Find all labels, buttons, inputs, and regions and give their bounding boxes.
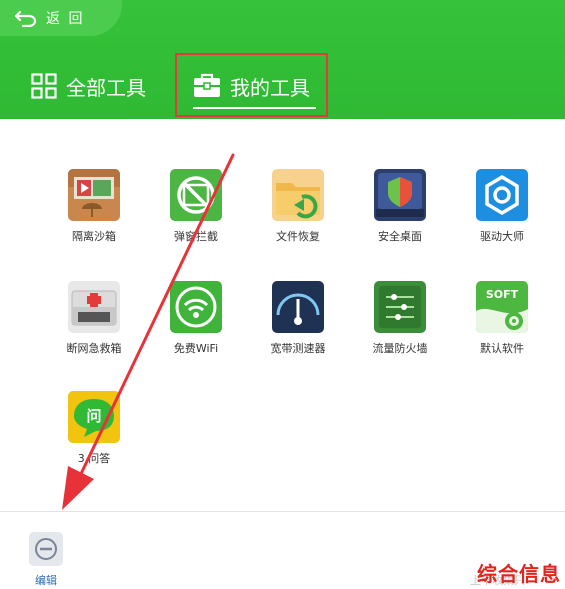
speedometer-icon: [272, 281, 324, 333]
first-aid-icon: [68, 281, 120, 333]
tool-label: 断网急救箱: [66, 342, 122, 355]
tool-free-wifi[interactable]: 免费WiFi: [146, 281, 246, 356]
tool-file-recovery[interactable]: 文件恢复: [248, 169, 348, 244]
tool-label: 安全桌面: [378, 230, 422, 243]
sliders-icon: [374, 281, 426, 333]
tool-label: 隔离沙箱: [72, 230, 116, 243]
tab-all-tools-label: 全部工具: [66, 75, 146, 100]
tool-popup-blocker[interactable]: 弹窗拦截: [146, 169, 246, 244]
tool-default-software[interactable]: SOFT 默认软件: [452, 281, 552, 356]
tool-label: 宽带测速器: [270, 342, 326, 355]
tool-traffic-firewall[interactable]: 流量防火墙: [350, 281, 450, 356]
grid-icon: [31, 73, 57, 99]
back-arrow-icon: [14, 10, 37, 27]
highlight-box: [175, 53, 328, 117]
tool-speed-test[interactable]: 宽带测速器: [248, 281, 348, 356]
tool-label: 驱动大师: [480, 230, 524, 243]
file-recovery-icon: [272, 169, 324, 221]
gear-icon: [476, 169, 528, 221]
tool-label: 3 问答: [77, 452, 111, 465]
back-button[interactable]: 返 回: [14, 6, 84, 30]
minus-circle-icon: [29, 532, 63, 566]
watermark: 综合信息: [477, 562, 561, 586]
qa-icon: 问: [68, 391, 120, 443]
soft-icon-text: SOFT: [486, 288, 519, 301]
safe-desktop-icon: [374, 169, 426, 221]
tool-label: 流量防火墙: [372, 342, 428, 355]
edit-label: 编辑: [35, 574, 57, 587]
tool-qa[interactable]: 问 3 问答: [44, 391, 144, 466]
soft-gear-icon: SOFT: [476, 281, 528, 333]
qa-icon-text: 问: [86, 407, 101, 425]
edit-button[interactable]: 编辑: [28, 532, 64, 588]
wifi-icon: [170, 281, 222, 333]
tool-sandbox[interactable]: 隔离沙箱: [44, 169, 144, 244]
tool-label: 文件恢复: [276, 230, 320, 243]
tool-network-rescue[interactable]: 断网急救箱: [44, 281, 144, 356]
tool-label: 弹窗拦截: [174, 230, 218, 243]
sandbox-icon: [68, 169, 120, 221]
back-bar: 返 回: [0, 0, 122, 36]
footer-divider: [0, 511, 565, 512]
tool-label: 默认软件: [480, 342, 524, 355]
tool-driver-master[interactable]: 驱动大师: [452, 169, 552, 244]
back-label: 返 回: [46, 11, 85, 27]
tool-label: 免费WiFi: [173, 342, 219, 355]
tool-safe-desktop[interactable]: 安全桌面: [350, 169, 450, 244]
popup-block-icon: [170, 169, 222, 221]
tab-all-tools[interactable]: 全部工具: [31, 66, 146, 106]
